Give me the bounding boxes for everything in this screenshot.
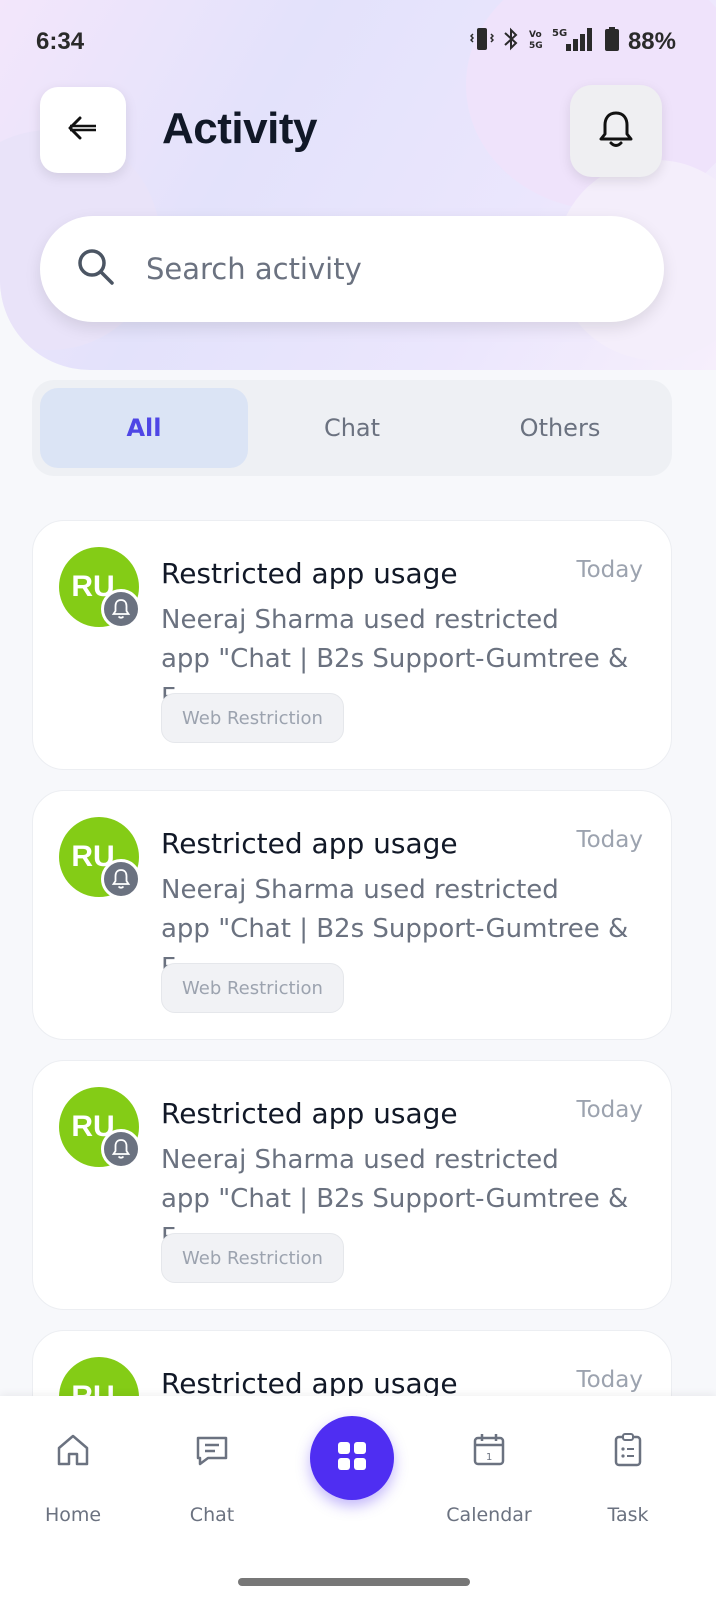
activity-title: Restricted app usage bbox=[161, 1097, 458, 1130]
nav-task-label: Task bbox=[607, 1504, 649, 1526]
notifications-button[interactable] bbox=[570, 85, 662, 177]
arrow-left-icon bbox=[66, 115, 100, 145]
search-input[interactable] bbox=[146, 252, 606, 286]
activity-tag: Web Restriction bbox=[161, 963, 344, 1013]
home-icon bbox=[55, 1432, 91, 1472]
nav-calendar[interactable]: 1 Calendar bbox=[434, 1432, 544, 1526]
chat-icon bbox=[194, 1432, 230, 1472]
status-time: 6:34 bbox=[36, 28, 85, 55]
tab-all[interactable]: All bbox=[40, 388, 248, 468]
nav-task[interactable]: Task bbox=[573, 1432, 683, 1526]
activity-card[interactable]: RU Restricted app usage Today Neeraj Sha… bbox=[32, 520, 672, 770]
bluetooth-icon bbox=[502, 26, 520, 59]
nav-home[interactable]: Home bbox=[18, 1432, 128, 1526]
signal-icon: 5G bbox=[552, 26, 596, 59]
activity-time: Today bbox=[576, 1097, 643, 1123]
page-title: Activity bbox=[162, 104, 317, 153]
nav-chat-label: Chat bbox=[189, 1504, 235, 1526]
activity-tag: Web Restriction bbox=[161, 693, 344, 743]
nav-calendar-label: Calendar bbox=[446, 1504, 532, 1526]
vibrate-icon bbox=[469, 26, 495, 59]
nav-chat[interactable]: Chat bbox=[157, 1432, 267, 1526]
activity-title: Restricted app usage bbox=[161, 827, 458, 860]
grid-icon bbox=[337, 1441, 367, 1475]
svg-text:1: 1 bbox=[486, 1452, 492, 1463]
status-bar: 6:34 Vo 5G 5G 88% bbox=[36, 24, 676, 60]
calendar-icon: 1 bbox=[471, 1432, 507, 1472]
svg-text:5G: 5G bbox=[552, 28, 567, 39]
activity-time: Today bbox=[576, 827, 643, 853]
activity-card[interactable]: RU Restricted app usage Today Neeraj Sha… bbox=[32, 1060, 672, 1310]
home-indicator[interactable] bbox=[238, 1578, 470, 1586]
task-icon bbox=[610, 1432, 646, 1472]
activity-time: Today bbox=[576, 1367, 643, 1393]
activity-tag: Web Restriction bbox=[161, 1233, 344, 1283]
battery-percent: 88% bbox=[627, 28, 676, 55]
activity-title: Restricted app usage bbox=[161, 557, 458, 590]
filter-tabs: All Chat Others bbox=[32, 380, 672, 476]
bell-badge-icon bbox=[101, 859, 141, 899]
tab-others[interactable]: Others bbox=[456, 388, 664, 468]
bell-badge-icon bbox=[101, 589, 141, 629]
search-icon bbox=[76, 247, 116, 291]
battery-icon bbox=[604, 26, 620, 59]
back-button[interactable] bbox=[40, 87, 126, 173]
tab-chat[interactable]: Chat bbox=[248, 388, 456, 468]
activity-card[interactable]: RU Restricted app usage Today Neeraj Sha… bbox=[32, 790, 672, 1040]
svg-text:Vo: Vo bbox=[529, 30, 542, 40]
bell-icon bbox=[597, 109, 635, 153]
volte-icon: Vo 5G bbox=[528, 26, 544, 59]
nav-home-label: Home bbox=[44, 1504, 102, 1526]
search-bar[interactable] bbox=[40, 216, 664, 322]
activity-time: Today bbox=[576, 557, 643, 583]
svg-text:5G: 5G bbox=[529, 41, 543, 51]
bottom-nav: Home Chat 1 Calendar Task bbox=[0, 1396, 716, 1600]
bell-badge-icon bbox=[101, 1129, 141, 1169]
apps-button[interactable] bbox=[310, 1416, 394, 1500]
